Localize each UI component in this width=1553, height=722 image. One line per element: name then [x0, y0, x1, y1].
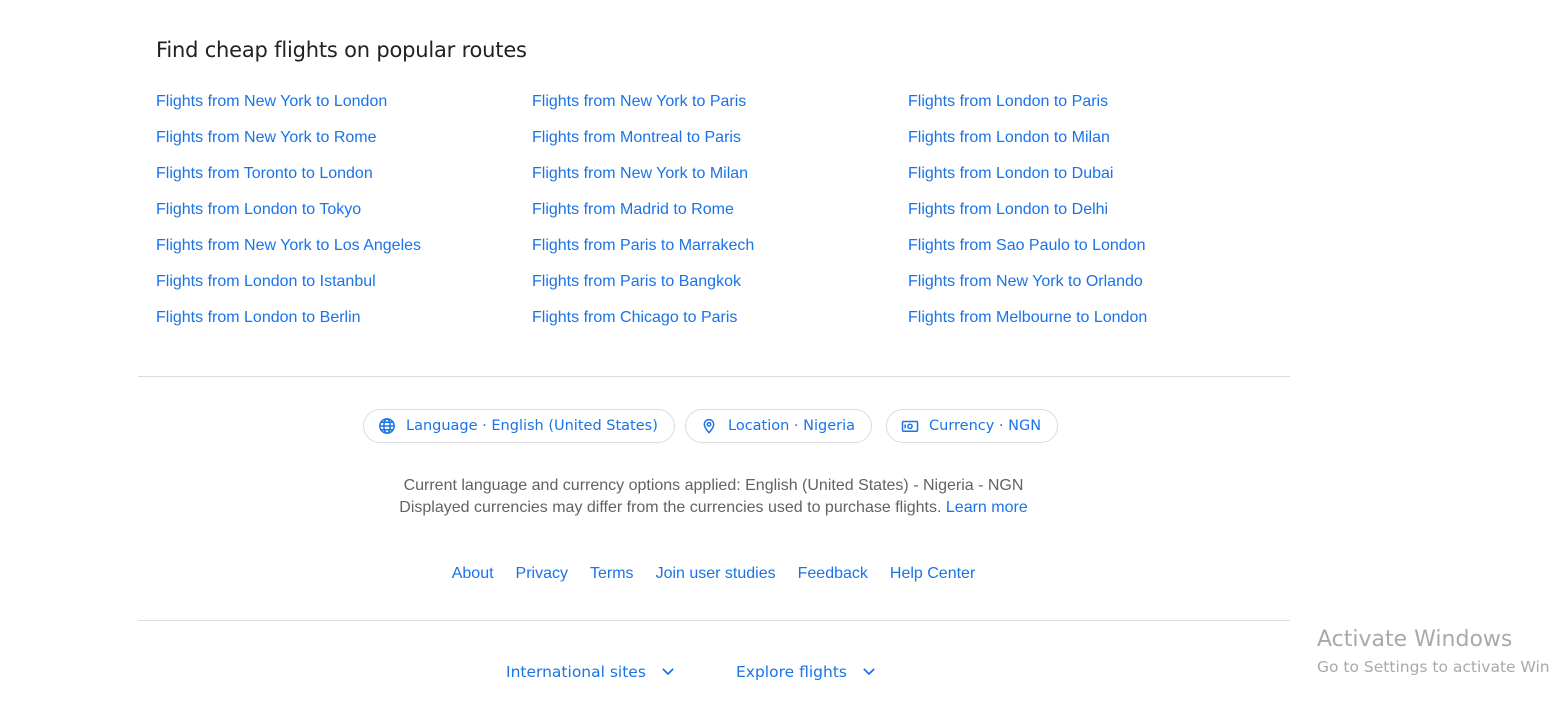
notice-line-2-text: Displayed currencies may differ from the… — [399, 499, 942, 516]
footer-divider — [138, 620, 1290, 621]
route-link[interactable]: Flights from New York to Paris — [532, 90, 902, 126]
help-center-link[interactable]: Help Center — [890, 563, 975, 585]
currency-icon — [900, 416, 920, 436]
currency-label: Currency · NGN — [929, 418, 1042, 434]
route-link[interactable]: Flights from Sao Paulo to London — [908, 234, 1278, 270]
route-link[interactable]: Flights from Paris to Bangkok — [532, 270, 902, 306]
language-label: Language · English (United States) — [406, 418, 658, 434]
about-link[interactable]: About — [452, 563, 494, 585]
route-link[interactable]: Flights from London to Paris — [908, 90, 1278, 126]
language-button[interactable]: Language · English (United States) — [363, 409, 675, 443]
route-link[interactable]: Flights from Madrid to Rome — [532, 198, 902, 234]
terms-link[interactable]: Terms — [590, 563, 634, 585]
route-link[interactable]: Flights from Montreal to Paris — [532, 126, 902, 162]
route-link[interactable]: Flights from New York to Los Angeles — [156, 234, 526, 270]
routes-column-1: Flights from New York to London Flights … — [156, 90, 526, 342]
activate-windows-watermark: Activate Windows Go to Settings to activ… — [1317, 626, 1550, 678]
currency-notice: Current language and currency options ap… — [0, 475, 1427, 519]
route-link[interactable]: Flights from Paris to Marrakech — [532, 234, 902, 270]
chevron-down-icon — [662, 668, 674, 675]
route-link[interactable]: Flights from London to Tokyo — [156, 198, 526, 234]
route-link[interactable]: Flights from New York to Milan — [532, 162, 902, 198]
watermark-title: Activate Windows — [1317, 627, 1513, 652]
route-link[interactable]: Flights from London to Istanbul — [156, 270, 526, 306]
route-link[interactable]: Flights from New York to Orlando — [908, 270, 1278, 306]
notice-line-1: Current language and currency options ap… — [403, 477, 1024, 494]
location-button[interactable]: Location · Nigeria — [685, 409, 873, 443]
explore-flights-expander[interactable]: Explore flights — [736, 663, 877, 681]
route-link[interactable]: Flights from New York to Rome — [156, 126, 526, 162]
international-sites-label: International sites — [506, 663, 646, 681]
routes-column-3: Flights from London to Paris Flights fro… — [908, 90, 1278, 342]
currency-button[interactable]: Currency · NGN — [886, 409, 1059, 443]
join-user-studies-link[interactable]: Join user studies — [656, 563, 776, 585]
route-link[interactable]: Flights from Chicago to Paris — [532, 306, 902, 342]
feedback-link[interactable]: Feedback — [798, 563, 868, 585]
section-divider — [138, 376, 1290, 377]
route-link[interactable]: Flights from London to Milan — [908, 126, 1278, 162]
watermark-subtitle: Go to Settings to activate Win — [1317, 658, 1550, 676]
route-link[interactable]: Flights from Melbourne to London — [908, 306, 1278, 342]
international-sites-expander[interactable]: International sites — [506, 663, 676, 681]
notice-line-2: Displayed currencies may differ from the… — [0, 497, 1427, 519]
location-pin-icon — [699, 416, 719, 436]
learn-more-link[interactable]: Learn more — [946, 499, 1028, 516]
route-link[interactable]: Flights from London to Dubai — [908, 162, 1278, 198]
route-link[interactable]: Flights from London to Berlin — [156, 306, 526, 342]
route-link[interactable]: Flights from London to Delhi — [908, 198, 1278, 234]
route-link[interactable]: Flights from Toronto to London — [156, 162, 526, 198]
privacy-link[interactable]: Privacy — [516, 563, 568, 585]
explore-flights-label: Explore flights — [736, 663, 847, 681]
chevron-down-icon — [863, 668, 875, 675]
globe-icon — [377, 416, 397, 436]
route-link[interactable]: Flights from New York to London — [156, 90, 526, 126]
footer-links: About Privacy Terms Join user studies Fe… — [0, 563, 1427, 585]
section-title: Find cheap flights on popular routes — [156, 38, 527, 62]
location-label: Location · Nigeria — [728, 418, 856, 434]
routes-column-2: Flights from New York to Paris Flights f… — [532, 90, 902, 342]
